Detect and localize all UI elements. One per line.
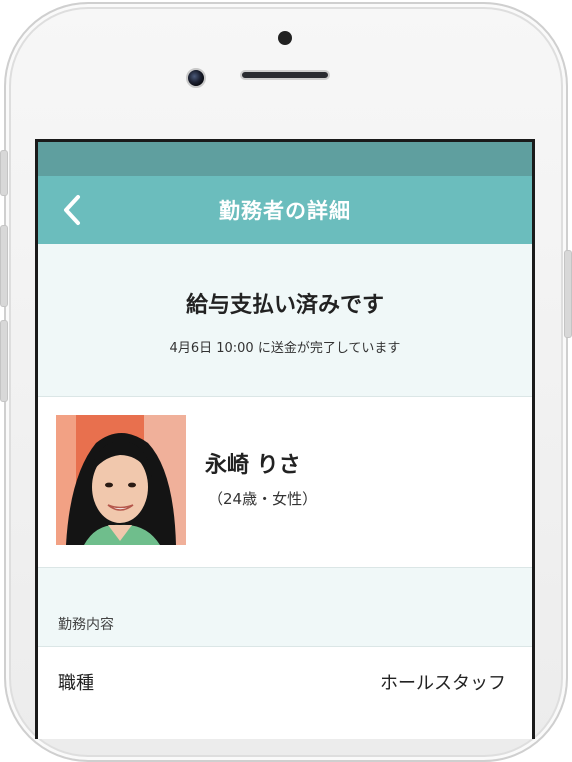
earpiece-speaker (240, 70, 330, 80)
worker-age-gender: （24歳・女性） (208, 490, 318, 508)
job-type-value: ホールスタッフ (380, 673, 506, 694)
app-screen: 勤務者の詳細 給与支払い済みです 4月6日 10:00 に送金が完了しています … (35, 139, 535, 739)
avatar (56, 415, 186, 545)
status-bar (38, 142, 532, 176)
front-camera (186, 68, 206, 88)
volume-up-button (0, 225, 8, 307)
volume-down-button (0, 320, 8, 402)
navigation-bar: 勤務者の詳細 (38, 176, 532, 244)
work-details-header: 勤務内容 (38, 568, 532, 647)
worker-profile: 永崎 りさ （24歳・女性） (38, 397, 532, 568)
proximity-sensor (278, 31, 292, 45)
work-details-header-label: 勤務内容 (58, 617, 114, 633)
page-title: 勤務者の詳細 (219, 199, 351, 223)
payment-status-subtitle: 4月6日 10:00 に送金が完了しています (169, 341, 401, 356)
mute-switch (0, 150, 8, 196)
power-button (564, 250, 572, 338)
detail-row-job-type: 職種 ホールスタッフ (38, 647, 532, 711)
worker-name: 永崎 りさ (205, 453, 301, 478)
chevron-left-icon[interactable] (52, 190, 92, 230)
payment-status-title: 給与支払い済みです (185, 293, 384, 318)
payment-status-panel: 給与支払い済みです 4月6日 10:00 に送金が完了しています (38, 244, 532, 397)
job-type-label: 職種 (58, 673, 94, 694)
